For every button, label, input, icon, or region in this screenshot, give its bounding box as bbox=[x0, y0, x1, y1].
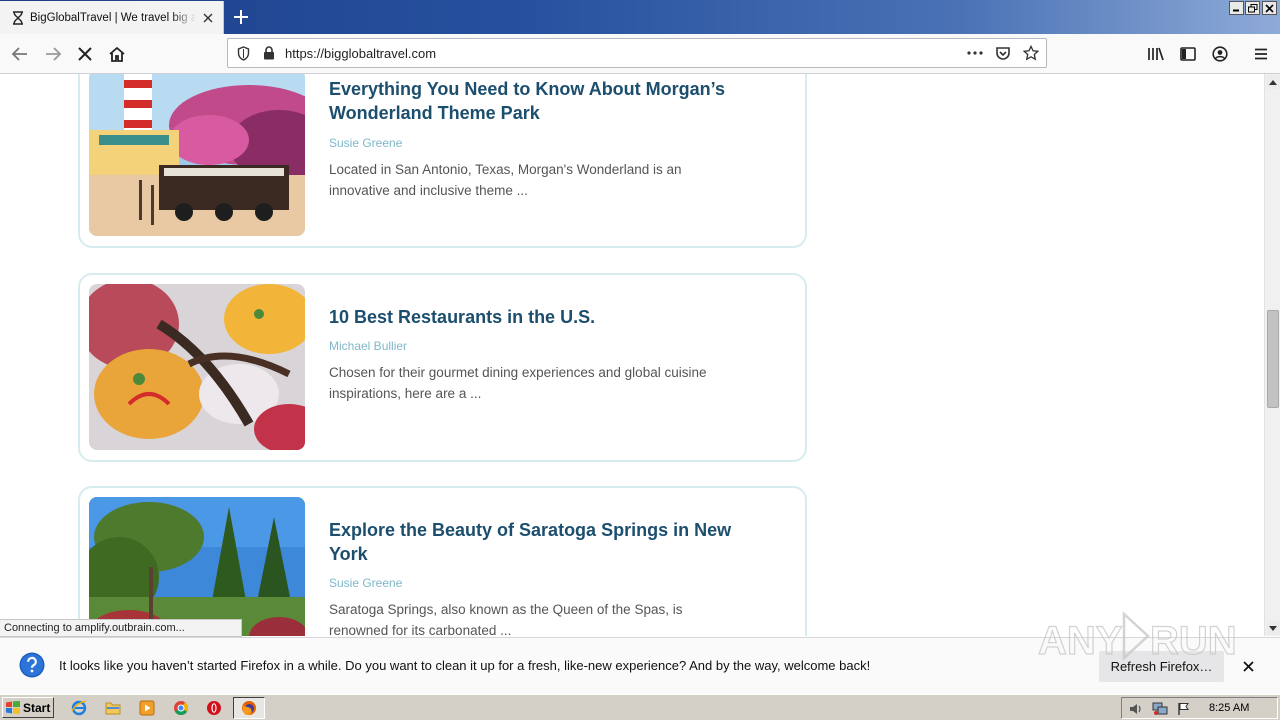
question-icon bbox=[19, 652, 45, 678]
close-icon bbox=[1265, 3, 1274, 13]
article-card[interactable]: 10 Best Restaurants in the U.S. Michael … bbox=[78, 273, 807, 462]
firefox-icon bbox=[242, 701, 256, 715]
volume-icon[interactable] bbox=[1128, 701, 1144, 717]
article-thumbnail-restaurants[interactable] bbox=[89, 284, 305, 450]
navigation-toolbar: https://bigglobaltravel.com bbox=[0, 34, 1280, 74]
article-excerpt-line: Located in San Antonio, Texas, Morgan's … bbox=[329, 162, 682, 177]
new-tab-button[interactable] bbox=[229, 5, 253, 29]
article-card[interactable]: Everything You Need to Know About Morgan… bbox=[78, 74, 807, 248]
sidebar-button[interactable] bbox=[1173, 39, 1203, 69]
restore-icon bbox=[1247, 3, 1257, 12]
library-icon bbox=[1148, 47, 1164, 61]
hourglass-icon bbox=[10, 10, 26, 26]
back-button[interactable] bbox=[5, 39, 35, 69]
page-actions-icon[interactable] bbox=[967, 45, 983, 61]
forward-button[interactable] bbox=[38, 39, 68, 69]
notification-close-button[interactable] bbox=[1239, 657, 1257, 675]
article-title-line[interactable]: York bbox=[329, 542, 769, 566]
plus-icon bbox=[234, 10, 248, 24]
firefox-taskbar-button[interactable] bbox=[233, 697, 265, 719]
page-content: Everything You Need to Know About Morgan… bbox=[0, 74, 1264, 636]
browser-tab[interactable]: BigGlobalTravel | We travel big and brin… bbox=[0, 1, 224, 34]
chevron-down-icon bbox=[1269, 625, 1277, 631]
article-title[interactable]: 10 Best Restaurants in the U.S. bbox=[329, 305, 769, 329]
refresh-firefox-button[interactable]: Refresh Firefox… bbox=[1099, 651, 1224, 682]
close-icon bbox=[1242, 660, 1254, 672]
account-button[interactable] bbox=[1205, 39, 1235, 69]
article-author[interactable]: Susie Greene bbox=[329, 576, 402, 590]
notification-message: It looks like you haven’t started Firefo… bbox=[59, 658, 871, 673]
article-excerpt: Located in San Antonio, Texas, Morgan's … bbox=[329, 159, 749, 201]
status-text: Connecting to amplify.outbrain.com... bbox=[0, 619, 242, 637]
chrome-icon[interactable] bbox=[171, 698, 191, 718]
stop-x-icon bbox=[78, 47, 92, 61]
article-author[interactable]: Susie Greene bbox=[329, 136, 402, 150]
address-bar[interactable]: https://bigglobaltravel.com bbox=[227, 38, 1047, 68]
tab-title: BigGlobalTravel | We travel big and brin… bbox=[30, 11, 196, 24]
article-author[interactable]: Michael Bullier bbox=[329, 339, 407, 353]
minimize-button[interactable] bbox=[1229, 1, 1244, 15]
file-explorer-icon[interactable] bbox=[103, 698, 123, 718]
article-excerpt-line: renowned for its carbonated ... bbox=[329, 623, 512, 636]
internet-explorer-icon[interactable] bbox=[69, 698, 89, 718]
url-text[interactable]: https://bigglobaltravel.com bbox=[285, 46, 436, 61]
taskbar-clock[interactable]: 8:25 AM bbox=[1209, 702, 1249, 714]
action-center-flag-icon[interactable] bbox=[1176, 701, 1192, 717]
sidebar-icon bbox=[1180, 47, 1196, 61]
article-excerpt-line: inspirations, here are a ... bbox=[329, 386, 482, 401]
pocket-icon[interactable] bbox=[995, 45, 1011, 61]
restore-button[interactable] bbox=[1245, 1, 1260, 15]
article-title-line[interactable]: Explore the Beauty of Saratoga Springs i… bbox=[329, 518, 769, 542]
library-button[interactable] bbox=[1141, 39, 1171, 69]
opera-icon[interactable] bbox=[204, 698, 224, 718]
article-excerpt-line: innovative and inclusive theme ... bbox=[329, 183, 528, 198]
windows-flag-icon bbox=[6, 701, 20, 714]
lock-icon[interactable] bbox=[261, 45, 277, 61]
hamburger-menu-icon bbox=[1255, 48, 1267, 60]
system-tray: 8:25 AM bbox=[1121, 697, 1278, 719]
network-icon[interactable] bbox=[1152, 701, 1168, 717]
media-player-icon[interactable] bbox=[137, 698, 157, 718]
account-icon bbox=[1212, 46, 1228, 62]
article-thumbnail-morgans-wonderland[interactable] bbox=[89, 74, 305, 236]
article-card[interactable]: Explore the Beauty of Saratoga Springs i… bbox=[78, 486, 807, 636]
home-button[interactable] bbox=[102, 39, 132, 69]
article-title-line[interactable]: Everything You Need to Know About Morgan… bbox=[329, 77, 769, 101]
arrow-right-icon bbox=[46, 47, 62, 61]
windows-taskbar: Start 8:25 AM bbox=[0, 694, 1280, 720]
article-title-line[interactable]: Wonderland Theme Park bbox=[329, 101, 769, 125]
scroll-down-button[interactable] bbox=[1266, 621, 1280, 635]
article-excerpt: Chosen for their gourmet dining experien… bbox=[329, 362, 749, 404]
start-label[interactable]: Start bbox=[23, 701, 50, 715]
article-title[interactable]: Everything You Need to Know About Morgan… bbox=[329, 77, 769, 125]
vertical-scrollbar[interactable] bbox=[1264, 74, 1280, 636]
minimize-icon bbox=[1233, 9, 1239, 12]
chevron-up-icon bbox=[1269, 79, 1277, 85]
home-icon bbox=[109, 46, 125, 62]
article-title[interactable]: Explore the Beauty of Saratoga Springs i… bbox=[329, 518, 769, 566]
tab-close-icon[interactable] bbox=[200, 10, 216, 26]
window-close-button[interactable] bbox=[1262, 1, 1277, 15]
menu-button[interactable] bbox=[1246, 39, 1276, 69]
scroll-up-button[interactable] bbox=[1266, 75, 1280, 89]
start-button[interactable]: Start bbox=[2, 697, 54, 718]
notification-bar: It looks like you haven’t started Firefo… bbox=[0, 637, 1280, 694]
screen: BigGlobalTravel | We travel big and brin… bbox=[0, 0, 1280, 720]
bookmark-star-icon[interactable] bbox=[1023, 45, 1039, 61]
article-excerpt-line: Saratoga Springs, also known as the Quee… bbox=[329, 602, 683, 617]
stop-button[interactable] bbox=[70, 39, 100, 69]
article-excerpt-line: Chosen for their gourmet dining experien… bbox=[329, 365, 707, 380]
article-title-line[interactable]: 10 Best Restaurants in the U.S. bbox=[329, 305, 769, 329]
scrollbar-thumb[interactable] bbox=[1267, 310, 1279, 408]
tab-strip: BigGlobalTravel | We travel big and brin… bbox=[0, 0, 1280, 34]
arrow-left-icon bbox=[11, 47, 27, 61]
article-thumbnail-saratoga-springs[interactable] bbox=[89, 497, 305, 636]
article-excerpt: Saratoga Springs, also known as the Quee… bbox=[329, 599, 749, 636]
tracking-shield-icon[interactable] bbox=[235, 45, 251, 61]
